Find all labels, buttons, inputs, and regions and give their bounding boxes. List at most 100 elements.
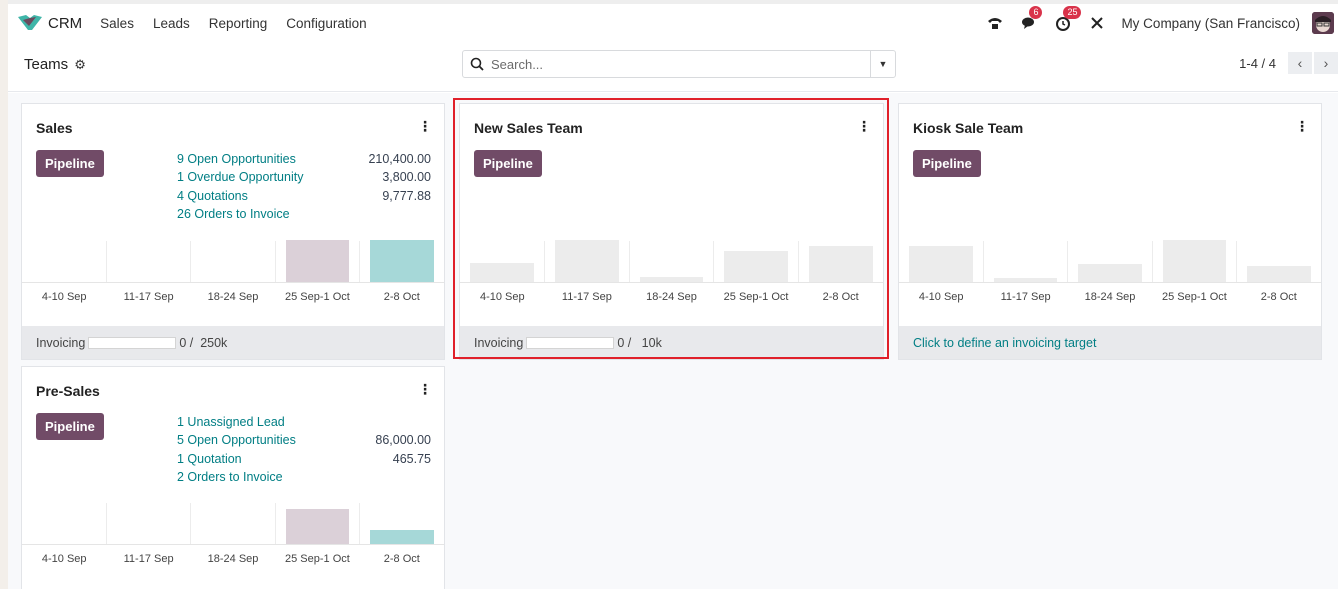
kebab-menu-icon[interactable]: ⋮ [418, 381, 432, 398]
graph-bar[interactable] [554, 240, 619, 282]
pager-value[interactable]: 1-4 / 4 [1239, 56, 1276, 71]
pager-next-button[interactable]: › [1314, 52, 1338, 74]
invoicing-footer: Invoicing 0 / 250k [22, 326, 444, 359]
graph-column [899, 241, 984, 282]
invoicing-progress-bar[interactable] [88, 336, 177, 349]
team-name: Kiosk Sale Team [913, 120, 1024, 136]
graph-tick-label: 2-8 Oct [822, 291, 859, 303]
graph-bar[interactable] [993, 278, 1058, 282]
invoicing-footer: Click to define an invoicing target [899, 326, 1321, 359]
graph-bar[interactable] [285, 509, 350, 544]
graph-column [630, 241, 715, 282]
team-card-sales[interactable]: Sales ⋮ Pipeline 9 Open Opportunities 210… [21, 103, 445, 360]
team-stats: 1 Unassigned Lead 5 Open Opportunities 86… [177, 413, 431, 486]
stat-value: 3,800.00 [382, 170, 431, 185]
pipeline-button[interactable]: Pipeline [913, 150, 981, 177]
stat-link[interactable]: 2 Orders to Invoice [177, 468, 283, 486]
stat-row: 4 Quotations 9,777.88 [177, 187, 431, 205]
pipeline-button[interactable]: Pipeline [36, 150, 104, 177]
gear-icon[interactable]: ⚙ [74, 57, 86, 73]
search-bar: ▼ [462, 50, 896, 78]
stat-row: 1 Quotation 465.75 [177, 450, 431, 468]
company-switcher[interactable]: My Company (San Francisco) [1121, 16, 1300, 31]
team-card-pre-sales[interactable]: Pre-Sales ⋮ Pipeline 1 Unassigned Lead 5… [21, 366, 445, 589]
graph-column [22, 503, 107, 544]
graph-bar[interactable] [809, 246, 873, 282]
graph-tick-label: 4-10 Sep [41, 291, 87, 303]
graph-bar[interactable] [1247, 266, 1311, 282]
invoicing-progress-bar[interactable] [526, 336, 615, 349]
team-name: Pre-Sales [36, 383, 100, 399]
pipeline-button[interactable]: Pipeline [36, 413, 104, 440]
breadcrumb: Teams ⚙ [24, 56, 86, 73]
graph-tick-label: 11-17 Sep [1000, 291, 1051, 303]
graph-column [1153, 240, 1238, 282]
graph-tick-label: 2-8 Oct [1260, 291, 1297, 303]
left-edge [0, 0, 8, 589]
search-icon [463, 57, 491, 71]
crm-logo-icon[interactable] [18, 14, 42, 32]
control-panel: Teams ⚙ ▼ 1-4 / 4 ‹ › [8, 42, 1338, 92]
stat-link[interactable]: 9 Open Opportunities [177, 150, 296, 168]
stat-link[interactable]: 4 Quotations [177, 187, 248, 205]
debug-tools-icon[interactable] [1087, 13, 1107, 33]
invoicing-current: 0 [179, 335, 187, 350]
pager-previous-button[interactable]: ‹ [1288, 52, 1312, 74]
invoicing-separator: / [186, 335, 201, 350]
team-stats: 9 Open Opportunities 210,400.00 1 Overdue… [177, 150, 431, 223]
graph-labels: 4-10 Sep 11-17 Sep 18-24 Sep 25 Sep-1 Oct 2-… [22, 291, 444, 303]
graph-bar[interactable] [724, 251, 789, 282]
stat-value: 9,777.88 [382, 188, 431, 203]
kebab-menu-icon[interactable]: ⋮ [857, 118, 871, 135]
activities-clock-icon[interactable]: 25 [1053, 6, 1082, 33]
graph-bar[interactable] [639, 277, 704, 282]
graph-tick-label: 18-24 Sep [646, 291, 697, 303]
stat-row: 1 Overdue Opportunity 3,800.00 [177, 168, 431, 186]
graph-bar[interactable] [909, 246, 973, 282]
stat-value: 86,000.00 [375, 433, 431, 448]
team-card-new-sales-team[interactable]: New Sales Team ⋮ Pipeline 4-10 Sep 11-17 … [459, 103, 884, 360]
user-avatar[interactable] [1312, 12, 1334, 34]
menu-configuration[interactable]: Configuration [286, 16, 366, 31]
messages-icon[interactable]: 6 [1019, 6, 1043, 33]
graph-tick-label: 18-24 Sep [1084, 291, 1136, 303]
graph-bar[interactable] [370, 240, 434, 282]
invoicing-target[interactable]: 250k [200, 336, 227, 350]
invoicing-current: 0 [617, 335, 625, 350]
team-card-kiosk-sale-team[interactable]: Kiosk Sale Team ⋮ Pipeline 4-10 Sep 11-17… [898, 103, 1322, 360]
graph-bar[interactable] [470, 263, 534, 282]
search-input[interactable] [491, 56, 870, 72]
menu-sales[interactable]: Sales [100, 16, 134, 31]
graph-tick-label: 11-17 Sep [123, 291, 174, 303]
graph-labels: 4-10 Sep 11-17 Sep 18-24 Sep 25 Sep-1 Oct 2-… [899, 291, 1321, 303]
stat-link[interactable]: 1 Quotation [177, 450, 242, 468]
invoicing-footer: Invoicing 0 / 10k [460, 326, 883, 359]
stat-link[interactable]: 1 Unassigned Lead [177, 413, 285, 431]
menu-leads[interactable]: Leads [153, 16, 190, 31]
graph-bar[interactable] [370, 530, 434, 544]
graph-bar[interactable] [1078, 264, 1142, 282]
search-options-toggle[interactable]: ▼ [870, 51, 895, 77]
kebab-menu-icon[interactable]: ⋮ [1295, 118, 1309, 135]
phone-icon[interactable] [985, 13, 1005, 33]
define-invoicing-target-link[interactable]: Click to define an invoicing target [913, 336, 1096, 350]
app-brand[interactable]: CRM [48, 15, 82, 32]
graph-bar[interactable] [1162, 240, 1227, 282]
pipeline-button[interactable]: Pipeline [474, 150, 542, 177]
stat-value: 210,400.00 [368, 152, 431, 166]
kebab-menu-icon[interactable]: ⋮ [418, 118, 432, 135]
graph-tick-label: 18-24 Sep [207, 291, 259, 303]
graph-tick-label: 11-17 Sep [123, 553, 174, 565]
stat-row: 2 Orders to Invoice [177, 468, 431, 486]
graph-tick-label: 25 Sep-1 Oct [723, 291, 789, 303]
stat-value: 465.75 [392, 451, 431, 466]
stat-link[interactable]: 1 Overdue Opportunity [177, 168, 303, 186]
invoicing-target[interactable]: 10k [642, 336, 662, 350]
graph-labels: 4-10 Sep 11-17 Sep 18-24 Sep 25 Sep-1 Oct 2-… [22, 553, 444, 565]
graph-column [799, 241, 883, 282]
graph-bar[interactable] [285, 240, 350, 282]
messages-badge: 6 [1029, 6, 1043, 19]
menu-reporting[interactable]: Reporting [209, 16, 268, 31]
stat-link[interactable]: 5 Open Opportunities [177, 431, 296, 449]
stat-link[interactable]: 26 Orders to Invoice [177, 205, 290, 223]
